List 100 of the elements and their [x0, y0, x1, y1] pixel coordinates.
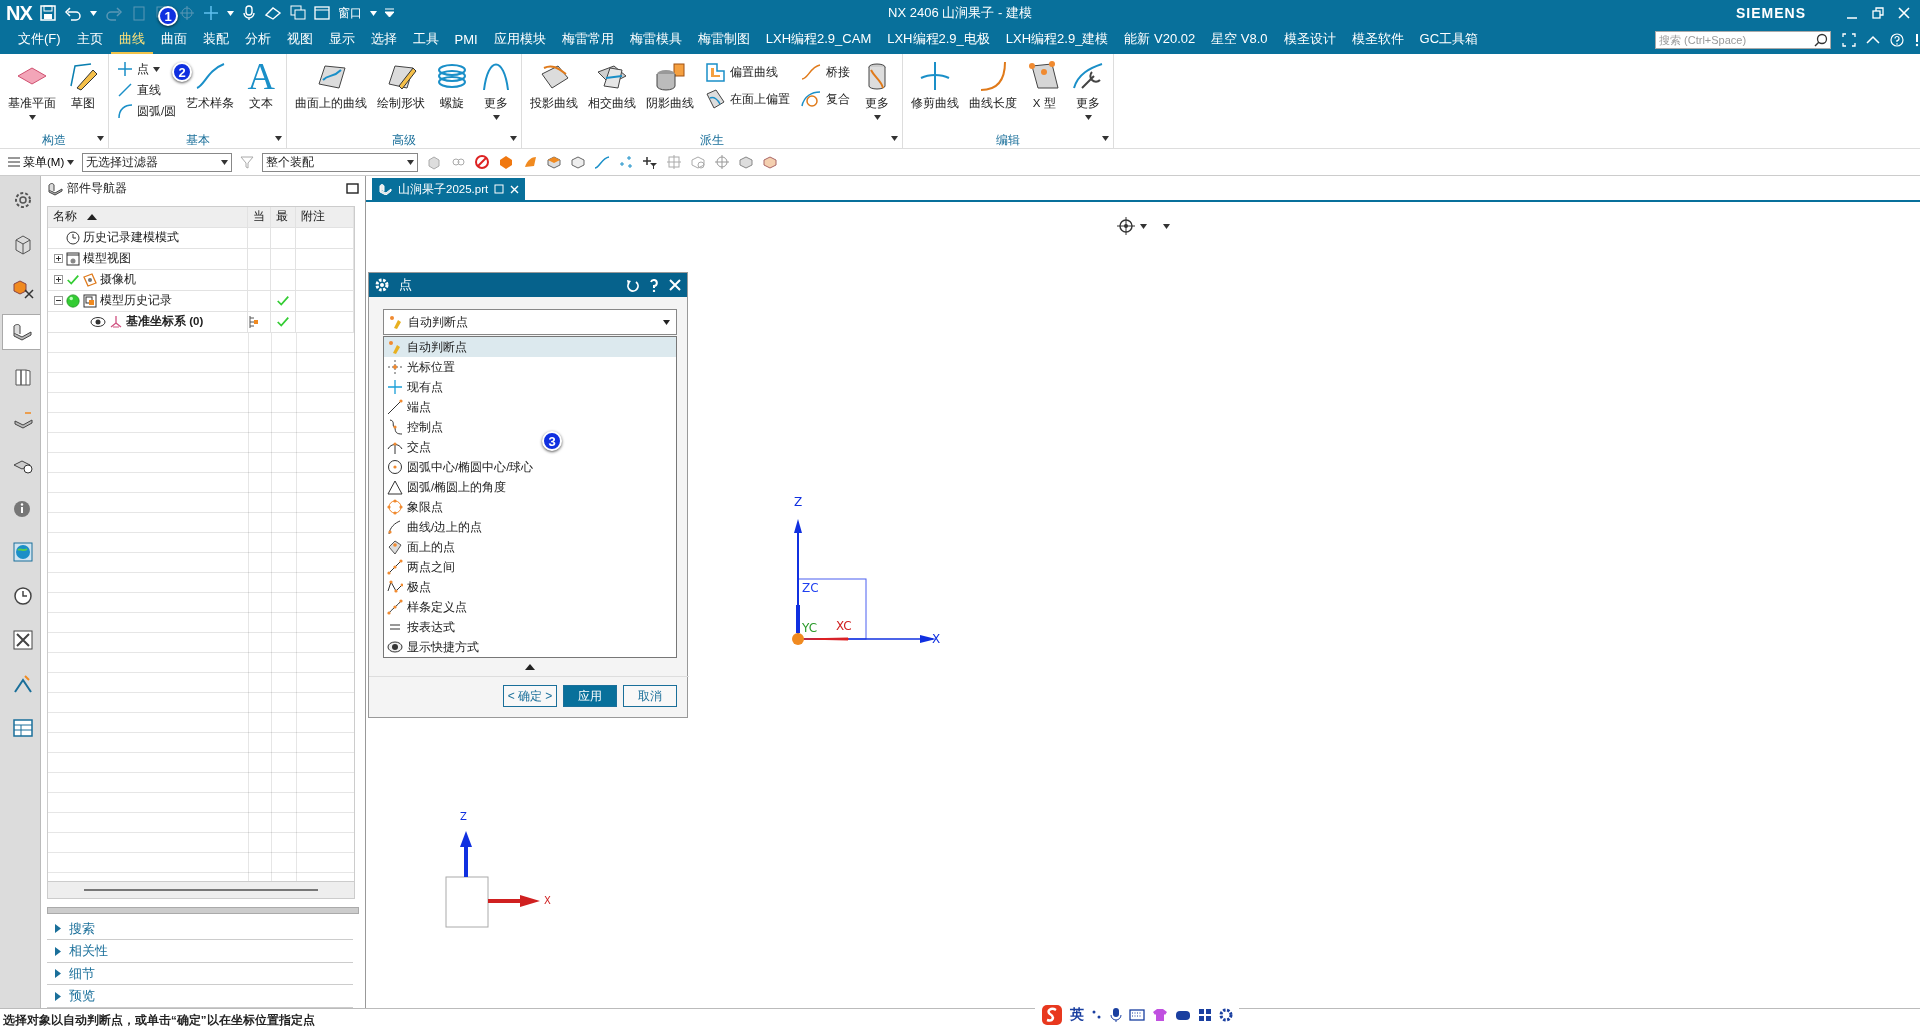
dropdown-option[interactable]: 极点: [384, 577, 676, 597]
dropdown-option[interactable]: 曲线/边上的点: [384, 517, 676, 537]
quadrant-icon: [387, 499, 403, 515]
ribbon-button[interactable]: 阴影曲线: [642, 58, 699, 132]
menu-tab[interactable]: LXH编程2.9_CAM: [757, 26, 880, 54]
menu-tab[interactable]: LXH编程2.9_建模: [997, 26, 1117, 54]
dropdown-option[interactable]: 自动判断点: [384, 337, 676, 357]
dropdown-option[interactable]: 圆弧/椭圆上的角度: [384, 477, 676, 497]
ribbon-button[interactable]: 绘制形状: [373, 58, 430, 132]
dropdown-option[interactable]: 圆弧中心/椭圆中心/球心: [384, 457, 676, 477]
tree-item[interactable]: 模型视图: [83, 251, 131, 267]
type-dropdown[interactable]: 自动判断点: [383, 309, 677, 335]
section-header[interactable]: 细节: [47, 962, 353, 986]
dialog-button[interactable]: < 确定 >: [503, 685, 557, 707]
ribbon-button[interactable]: 曲线长度: [965, 58, 1022, 132]
ribbon-button[interactable]: A 文本: [240, 58, 283, 132]
dropdown-option[interactable]: 显示快捷方式: [384, 637, 676, 657]
grid-icon: [1198, 1008, 1212, 1022]
expand-toggle[interactable]: [54, 296, 63, 306]
ribbon-button[interactable]: 更多: [856, 58, 899, 132]
menu-tab[interactable]: 分析: [236, 26, 279, 54]
expand-toggle[interactable]: [54, 254, 63, 264]
dropdown-option[interactable]: 现有点: [384, 377, 676, 397]
bridge-icon: [800, 61, 823, 83]
caret-icon: [873, 115, 881, 120]
menu-tab[interactable]: PMI: [446, 27, 486, 53]
scope-dropdown[interactable]: 整个装配: [262, 152, 419, 172]
menu-tab[interactable]: 应用模块: [485, 26, 554, 54]
column-header[interactable]: 名称: [53, 209, 77, 225]
filter-dropdown[interactable]: 无选择过滤器: [82, 152, 233, 172]
ribbon-button[interactable]: 基准平面: [4, 58, 60, 132]
ribbon-button[interactable]: X 型: [1023, 58, 1066, 132]
menu-button[interactable]: 菜单(M): [8, 154, 75, 170]
dialog-button[interactable]: 取消: [623, 685, 677, 707]
ribbon-button[interactable]: 点: [113, 60, 164, 78]
column-header[interactable]: 最: [276, 209, 288, 225]
dropdown-option[interactable]: 按表达式: [384, 617, 676, 637]
dropdown-option[interactable]: 面上的点: [384, 537, 676, 557]
expand-toggle[interactable]: [54, 275, 63, 285]
menu-tab[interactable]: GC工具箱: [1411, 26, 1487, 54]
menu-tab[interactable]: 模圣设计: [1275, 26, 1344, 54]
column-header[interactable]: 附注: [301, 209, 325, 225]
ribbon-button[interactable]: 在面上偏置: [700, 87, 795, 111]
column-header[interactable]: 当: [253, 209, 265, 225]
face-icon: [546, 154, 563, 170]
eye-icon: [387, 639, 403, 655]
input-mode[interactable]: 英: [1070, 1006, 1084, 1024]
menu-tab[interactable]: 工具: [404, 26, 447, 54]
tree-item[interactable]: 基准坐标系 (0): [126, 314, 204, 330]
menu-tab[interactable]: 梅雷模具: [621, 26, 690, 54]
menu-tab[interactable]: 星空 V8.0: [1203, 26, 1276, 54]
menu-tab[interactable]: 装配: [194, 26, 237, 54]
dropdown-option[interactable]: 端点: [384, 397, 676, 417]
tree-item[interactable]: 摄像机: [100, 272, 136, 288]
menu-tab[interactable]: 文件(F): [10, 26, 69, 54]
ribbon-button[interactable]: 更多: [475, 58, 518, 132]
menu-tab[interactable]: 能新 V20.02: [1116, 26, 1204, 54]
menu-tab[interactable]: 曲面: [152, 26, 195, 54]
ribbon-button[interactable]: 相交曲线: [584, 58, 641, 132]
ribbon-button[interactable]: 曲面上的曲线: [291, 58, 372, 132]
ribbon-button[interactable]: 复合: [796, 87, 855, 111]
dialog-button[interactable]: 应用: [563, 685, 617, 707]
ribbon-button[interactable]: 偏置曲线: [700, 60, 783, 84]
caret-icon: [1140, 223, 1147, 229]
menu-tab[interactable]: 显示: [320, 26, 363, 54]
ribbon-button[interactable]: 桥接: [796, 60, 855, 84]
window-menu[interactable]: 窗口: [337, 4, 362, 22]
dropdown-option[interactable]: 象限点: [384, 497, 676, 517]
maximize-icon: [346, 183, 359, 195]
ribbon-button[interactable]: 投影曲线: [526, 58, 583, 132]
ribbon-button[interactable]: 修剪曲线: [907, 58, 964, 132]
search-field[interactable]: 搜索 (Ctrl+Space): [1655, 31, 1831, 49]
section-header[interactable]: 相关性: [47, 940, 353, 963]
dropdown-option[interactable]: 光标位置: [384, 357, 676, 377]
gear-icon: [375, 278, 389, 292]
part-icon: [378, 183, 392, 195]
menu-tab[interactable]: 梅雷常用: [553, 26, 622, 54]
ribbon-button[interactable]: 圆弧/圆: [113, 102, 181, 120]
ribbon-button[interactable]: 草图: [62, 58, 104, 132]
menu-tab[interactable]: 选择: [362, 26, 405, 54]
dropdown-option[interactable]: 两点之间: [384, 557, 676, 577]
status-message: 选择对象以自动判断点，或单击“确定”以在坐标位置指定点: [3, 1013, 315, 1028]
document-tab[interactable]: 山涧果子2025.prt: [372, 178, 526, 200]
menu-tab[interactable]: 模圣软件: [1343, 26, 1412, 54]
ribbon-button[interactable]: 直线: [113, 81, 165, 99]
menu-tab[interactable]: 曲线: [110, 26, 153, 54]
scrollbar[interactable]: [47, 882, 355, 900]
menu-tab[interactable]: LXH编程2.9_电极: [879, 26, 998, 54]
ribbon-button[interactable]: 更多: [1067, 58, 1110, 132]
dropdown-option[interactable]: 样条定义点: [384, 597, 676, 617]
ribbon-button[interactable]: 螺旋: [431, 58, 474, 132]
menu-tab[interactable]: 主页: [68, 26, 111, 54]
tree-item[interactable]: 历史记录建模模式: [83, 230, 179, 246]
menu-tab[interactable]: 梅雷制图: [689, 26, 758, 54]
section-header[interactable]: 搜索: [47, 917, 353, 941]
caret-icon: [492, 115, 500, 120]
tree-item[interactable]: 模型历史记录: [100, 293, 172, 309]
globe-icon: [11, 540, 35, 564]
resource-tab[interactable]: [2, 314, 40, 350]
menu-tab[interactable]: 视图: [278, 26, 321, 54]
